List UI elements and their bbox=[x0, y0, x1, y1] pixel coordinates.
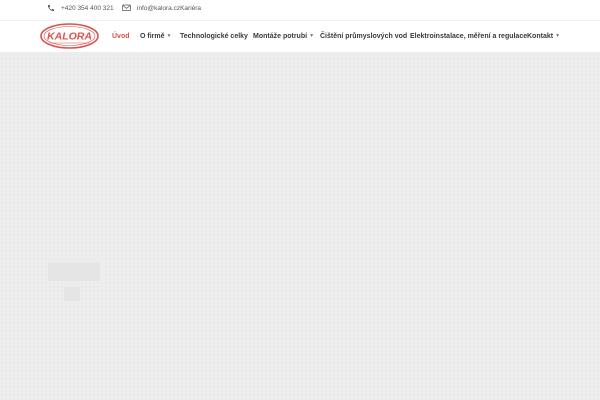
chevron-down-icon: ▼ bbox=[555, 33, 561, 39]
chevron-down-icon: ▼ bbox=[166, 33, 172, 39]
top-bar: +420 354 400 321 info@kalora.czKariéra bbox=[0, 0, 600, 20]
menu-item-uvod[interactable]: Úvod bbox=[112, 33, 130, 40]
email-contact[interactable]: info@kalora.czKariéra bbox=[122, 4, 201, 12]
phone-icon bbox=[48, 5, 54, 11]
menu-item-o-firme[interactable]: O firmě ▼ bbox=[140, 33, 171, 40]
phone-contact[interactable]: +420 354 400 321 bbox=[47, 4, 114, 12]
envelope-icon bbox=[122, 4, 131, 11]
hero-faded-caption bbox=[48, 263, 100, 281]
chevron-down-icon: ▼ bbox=[309, 33, 315, 39]
email-address: info@kalora.czKariéra bbox=[137, 4, 202, 12]
hero-faded-button bbox=[64, 287, 80, 301]
menu-item-cisteni-prumyslovych-vod[interactable]: Čištění průmyslových vod bbox=[320, 33, 407, 40]
menu-item-kontakt[interactable]: Kontakt ▼ bbox=[527, 33, 560, 40]
menu-item-technologicke-celky[interactable]: Technologické celky bbox=[180, 33, 248, 40]
phone-number: +420 354 400 321 bbox=[61, 4, 114, 12]
menu-item-elektroinstalace[interactable]: Elektroinstalace, měření a regulace bbox=[410, 33, 527, 40]
menu-item-montaze-potrubi[interactable]: Montáže potrubí ▼ bbox=[253, 33, 314, 40]
main-navbar: KALORA Úvod O firmě ▼ Technologické celky… bbox=[0, 20, 600, 53]
hero-slider[interactable] bbox=[0, 53, 600, 400]
main-menu: Úvod O firmě ▼ Technologické celky Montáž… bbox=[0, 21, 600, 54]
